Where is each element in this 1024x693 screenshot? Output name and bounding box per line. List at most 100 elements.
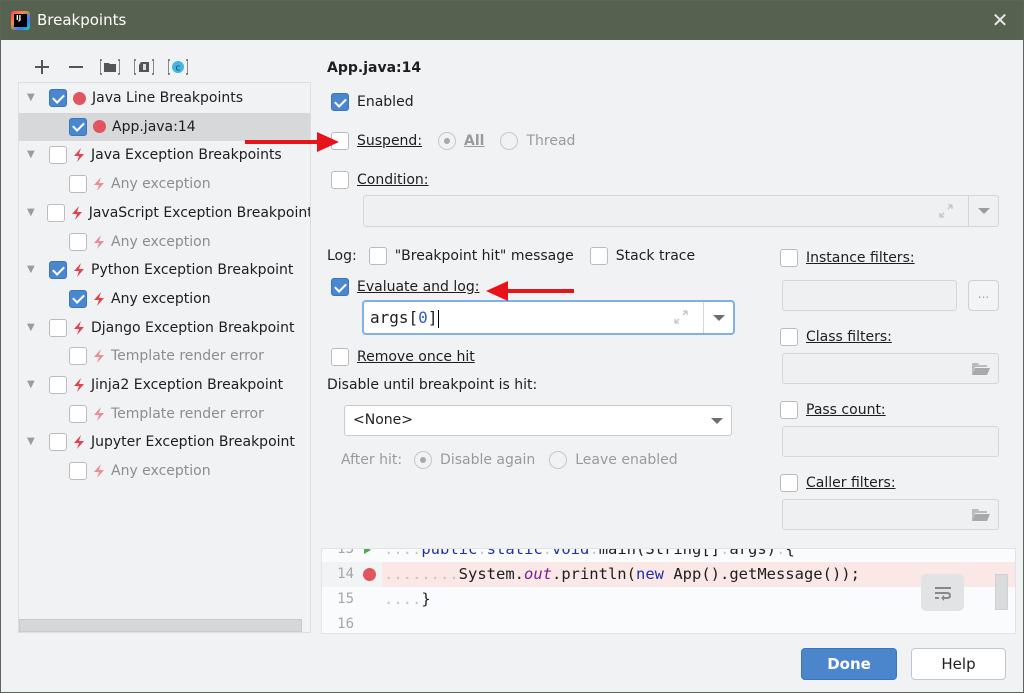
- tree-item-checkbox[interactable]: [69, 175, 87, 194]
- breakpoint-hit-checkbox[interactable]: [368, 247, 387, 265]
- file-bracket-icon: [134, 59, 154, 75]
- disable-again-radio[interactable]: [414, 451, 433, 469]
- folder-open-icon[interactable]: [972, 362, 990, 376]
- lightning-icon: [74, 148, 84, 163]
- horizontal-scrollbar[interactable]: [19, 619, 302, 632]
- expand-arrow-icon[interactable]: ▼: [27, 265, 37, 275]
- tree-item-checkbox[interactable]: [69, 232, 87, 251]
- tree-item-label: App.java:14: [112, 118, 196, 135]
- tree-item-label: Jinja2 Exception Breakpoint: [91, 377, 284, 393]
- after-hit-label: After hit:: [341, 452, 403, 468]
- condition-checkbox[interactable]: [331, 171, 349, 189]
- evaluate-history-dropdown[interactable]: [703, 302, 733, 333]
- run-gutter-icon[interactable]: [364, 549, 371, 554]
- pass-count-input[interactable]: [782, 426, 999, 457]
- class-filters-input[interactable]: [782, 353, 999, 384]
- tree-item[interactable]: Template render error: [19, 400, 310, 428]
- class-filters-checkbox[interactable]: [780, 328, 798, 346]
- group-by-file-button[interactable]: [127, 56, 161, 78]
- suspend-label: Suspend:: [357, 133, 423, 149]
- suspend-thread-radio[interactable]: [500, 132, 519, 150]
- tree-item-checkbox[interactable]: [69, 347, 87, 366]
- breakpoint-dot-icon[interactable]: [363, 568, 376, 581]
- remove-breakpoint-button[interactable]: [59, 56, 93, 78]
- code-line: 13 ....public.static.void.main(String[].a…: [322, 549, 1015, 562]
- line-number: 16: [337, 616, 354, 632]
- tree-group[interactable]: ▼ Python Exception Breakpoint: [19, 256, 310, 284]
- tree-item-checkbox[interactable]: [49, 433, 67, 452]
- tree-item-checkbox[interactable]: [49, 89, 67, 107]
- tree-item[interactable]: Any exception: [19, 228, 310, 256]
- tree-group[interactable]: ▼ Jinja2 Exception Breakpoint: [19, 371, 310, 399]
- expand-arrow-icon[interactable]: ▼: [27, 207, 35, 218]
- log-label: Log:: [327, 248, 357, 264]
- tree-item-label: Any exception: [111, 233, 211, 250]
- tree-item-checkbox[interactable]: [49, 146, 67, 165]
- evaluate-expression-input[interactable]: args[0]: [362, 300, 735, 335]
- instance-filters-input[interactable]: [782, 280, 957, 311]
- tree-item-checkbox[interactable]: [69, 404, 87, 423]
- tree-item-checkbox[interactable]: [69, 117, 87, 136]
- instance-filters-checkbox[interactable]: [780, 249, 798, 267]
- tree-item[interactable]: Template render error: [19, 342, 310, 370]
- tree-item[interactable]: Any exception: [19, 285, 310, 313]
- tree-item-label: Django Exception Breakpoint: [91, 319, 295, 336]
- remove-once-hit-checkbox[interactable]: [331, 348, 349, 366]
- stack-trace-checkbox[interactable]: [589, 247, 608, 265]
- intellij-app-icon: IJ: [11, 11, 30, 30]
- enabled-option[interactable]: Enabled: [331, 93, 414, 111]
- close-icon[interactable]: ✕: [987, 7, 1013, 33]
- caller-filters-input[interactable]: [782, 499, 999, 530]
- tree-group[interactable]: ▼ Jupyter Exception Breakpoint: [19, 428, 310, 456]
- tree-item-checkbox[interactable]: [49, 376, 67, 394]
- enabled-checkbox[interactable]: [331, 93, 349, 111]
- condition-history-dropdown[interactable]: [968, 196, 998, 226]
- group-by-class-button[interactable]: c: [161, 56, 195, 78]
- tree-item-checkbox[interactable]: [69, 462, 87, 481]
- tree-item[interactable]: Any exception: [19, 457, 310, 485]
- instance-filters-browse-button[interactable]: ...: [968, 280, 999, 311]
- evaluate-expression-value[interactable]: args[0]: [370, 308, 440, 328]
- remove-once-hit-option[interactable]: Remove once hit: [331, 348, 475, 366]
- done-button[interactable]: Done: [801, 648, 897, 680]
- tree-item-checkbox[interactable]: [49, 261, 67, 280]
- expand-icon[interactable]: [938, 203, 954, 219]
- tree-item-checkbox[interactable]: [69, 289, 87, 308]
- lightning-icon: [74, 320, 84, 335]
- instance-filters-option[interactable]: Instance filters:: [780, 249, 915, 267]
- expand-arrow-icon[interactable]: ▼: [27, 322, 37, 333]
- expand-arrow-icon[interactable]: ▼: [27, 380, 37, 390]
- expand-arrow-icon[interactable]: ▼: [27, 437, 37, 447]
- expand-arrow-icon[interactable]: ▼: [27, 150, 37, 160]
- pass-count-checkbox[interactable]: [780, 401, 798, 419]
- condition-input[interactable]: [363, 195, 999, 227]
- soft-wrap-icon: [934, 586, 951, 601]
- expand-icon[interactable]: [673, 309, 689, 325]
- pass-count-option[interactable]: Pass count:: [780, 401, 886, 419]
- tree-item-checkbox[interactable]: [49, 318, 67, 337]
- tree-group[interactable]: ▼ Java Line Breakpoints: [19, 84, 310, 112]
- class-filters-option[interactable]: Class filters:: [780, 328, 892, 346]
- suspend-all-radio[interactable]: [438, 132, 457, 150]
- editor-scrollbar[interactable]: [995, 574, 1008, 610]
- help-button[interactable]: Help: [911, 648, 1006, 680]
- folder-open-icon[interactable]: [972, 508, 990, 522]
- tree-item[interactable]: Any exception: [19, 170, 310, 198]
- evaluate-option[interactable]: Evaluate and log:: [331, 278, 479, 296]
- breakpoints-dialog: IJ Breakpoints ✕ c Any exception ▼ Jupyter…: [0, 0, 1024, 693]
- expand-arrow-icon[interactable]: ▼: [27, 93, 37, 103]
- add-breakpoint-button[interactable]: [25, 56, 59, 78]
- evaluate-checkbox[interactable]: [331, 278, 349, 296]
- condition-option[interactable]: Condition:: [331, 171, 429, 189]
- caller-filters-checkbox[interactable]: [780, 474, 798, 492]
- leave-enabled-radio[interactable]: [549, 451, 568, 469]
- group-by-package-button[interactable]: [93, 56, 127, 78]
- soft-wrap-button[interactable]: [921, 574, 964, 611]
- suspend-option[interactable]: Suspend: All Thread: [331, 132, 575, 150]
- tree-item-checkbox[interactable]: [46, 203, 65, 222]
- tree-group[interactable]: ▼ JavaScript Exception Breakpoints: [19, 199, 310, 227]
- caller-filters-option[interactable]: Caller filters:: [780, 474, 896, 492]
- lightning-icon: [94, 406, 104, 421]
- tree-group[interactable]: ▼ Django Exception Breakpoint: [19, 314, 310, 342]
- disable-until-select[interactable]: <None>: [344, 405, 732, 436]
